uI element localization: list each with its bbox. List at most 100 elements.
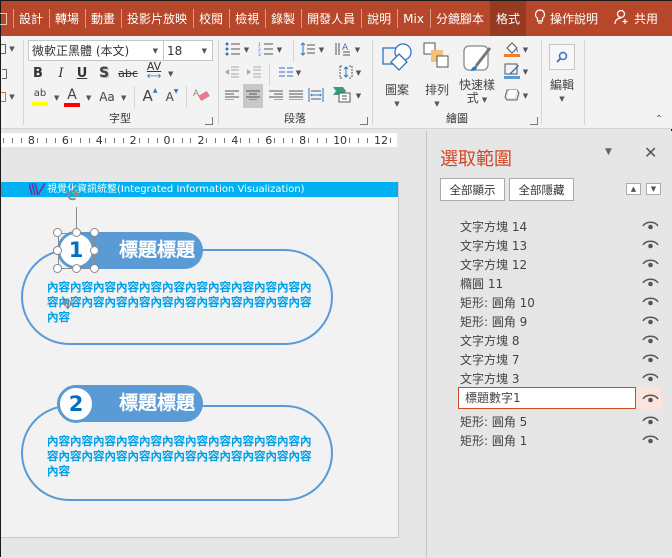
rotate-handle-icon[interactable]: ⟳ <box>67 186 80 205</box>
slide-canvas[interactable]: 視覺化資訊統整(Integrated Information Visualiza… <box>1 182 399 538</box>
paragraph-dialog-launcher[interactable] <box>360 117 368 125</box>
card-1-content[interactable]: 內容內容內容內容內容內容內容內容內容內容內容內容內容內容內容內容內容內容內容內容… <box>47 280 317 325</box>
hide-all-button[interactable]: 全部隱藏 <box>509 178 574 201</box>
align-center-button[interactable] <box>243 84 263 108</box>
selection-list-item[interactable]: 文字方塊 7 <box>427 349 672 368</box>
tab-slideshow[interactable]: 投影片放映 <box>121 1 193 36</box>
shape-outline-button[interactable]: ▼ <box>501 62 531 82</box>
selection-list-item[interactable]: 橢圓 11 <box>427 273 672 292</box>
shadow-button[interactable]: S <box>96 64 112 82</box>
card-2-content[interactable]: 內容內容內容內容內容內容內容內容內容內容內容內容內容內容內容內容內容內容內容內容… <box>47 434 317 479</box>
pane-options-button[interactable]: ▼ <box>605 147 612 157</box>
tab-transitions[interactable]: 轉場 <box>49 1 85 36</box>
selection-list-item[interactable]: 矩形: 圓角 10 <box>427 292 672 311</box>
selection-list-item[interactable]: 文字方塊 8 <box>427 330 672 349</box>
tell-me-button[interactable]: 操作說明 <box>526 1 606 36</box>
line-spacing-button[interactable]: ▼ <box>297 40 327 60</box>
columns-button[interactable]: ▼ <box>275 64 305 82</box>
shape-effects-button[interactable]: ▼ <box>501 86 531 106</box>
tab-developer[interactable]: 開發人員 <box>301 1 361 36</box>
selection-list-item[interactable]: 文字方塊 3 <box>427 368 672 387</box>
tab-animations[interactable]: 動畫 <box>85 1 121 36</box>
underline-button[interactable]: U <box>74 64 90 82</box>
increase-indent-button[interactable] <box>245 64 263 82</box>
editing-button[interactable]: 編輯 ▼ <box>545 39 579 107</box>
bold-button[interactable]: B <box>30 64 46 82</box>
tab-record[interactable]: 錄製 <box>265 1 301 36</box>
eye-icon[interactable] <box>642 333 659 345</box>
bullets-button[interactable]: ▼ <box>223 40 251 60</box>
align-right-button[interactable] <box>267 86 285 106</box>
card-2-number[interactable]: 2 <box>57 385 95 423</box>
eye-icon[interactable] <box>642 295 659 307</box>
rename-input[interactable]: 標題數字1 <box>458 387 636 409</box>
decrease-indent-button[interactable] <box>223 64 241 82</box>
selection-list-item[interactable]: 矩形: 圓角 5 <box>427 411 672 430</box>
highlight-button[interactable]: ab <box>30 86 50 108</box>
align-text-button[interactable]: ▼ <box>335 64 365 82</box>
tab-mix[interactable]: Mix <box>397 1 430 36</box>
font-size-combo[interactable]: 18 ▼ <box>163 40 213 61</box>
resize-handle-sw[interactable] <box>53 264 62 273</box>
partial-button-2[interactable] <box>1 67 7 81</box>
tab-help[interactable]: 說明 <box>361 1 397 36</box>
justify-button[interactable] <box>287 86 305 106</box>
selection-list-item[interactable]: 矩形: 圓角 1 <box>427 430 672 449</box>
strikethrough-button[interactable]: abc <box>117 64 139 82</box>
arrange-button[interactable]: 排列 ▼ <box>419 40 455 110</box>
resize-handle-nw[interactable] <box>53 228 62 237</box>
share-button[interactable]: 共用 <box>606 1 666 36</box>
text-direction-button[interactable]: A ▼ <box>331 40 363 60</box>
quick-styles-button[interactable]: 快速樣 式 ▼ <box>457 40 497 110</box>
drawing-dialog-launcher[interactable] <box>530 117 538 125</box>
eye-icon[interactable] <box>642 414 659 426</box>
numbering-button[interactable]: 1 2 3 ▼ <box>255 40 285 60</box>
selection-list-item[interactable]: 文字方塊 13 <box>427 235 672 254</box>
shrink-font-button[interactable]: A ▼ <box>164 88 180 106</box>
shapes-button[interactable]: 圖案 ▼ <box>377 40 417 110</box>
selection-list-item[interactable]: 文字方塊 12 <box>427 254 672 273</box>
eye-icon[interactable] <box>642 433 659 445</box>
font-color-button[interactable]: A <box>63 86 81 108</box>
font-dialog-launcher[interactable] <box>205 117 213 125</box>
grow-font-button[interactable]: A ▲ <box>141 86 159 106</box>
tab-partial[interactable] <box>0 1 13 36</box>
change-case-button[interactable]: Aa <box>96 88 118 106</box>
collapse-ribbon-button[interactable]: ⌃ <box>652 114 666 125</box>
font-name-combo[interactable]: 微軟正黑體 (本文) ▼ <box>28 40 164 61</box>
eye-icon[interactable] <box>642 238 659 250</box>
eye-icon[interactable] <box>642 276 659 288</box>
resize-handle-n[interactable] <box>72 228 81 237</box>
eye-icon[interactable] <box>642 392 659 404</box>
align-left-button[interactable] <box>223 86 241 106</box>
eye-icon[interactable] <box>642 219 659 231</box>
eye-icon[interactable] <box>642 257 659 269</box>
resize-handle-se[interactable] <box>90 264 99 273</box>
resize-handle-e[interactable] <box>90 246 99 255</box>
tab-view[interactable]: 檢視 <box>229 1 265 36</box>
close-pane-button[interactable]: ✕ <box>644 143 657 162</box>
resize-handle-w[interactable] <box>53 246 62 255</box>
partial-button-3[interactable]: ▼ <box>1 90 15 104</box>
italic-button[interactable]: I <box>53 64 69 82</box>
character-spacing-button[interactable]: AV ⟷ <box>141 61 167 82</box>
smartart-button[interactable]: ▼ <box>329 86 365 106</box>
bring-forward-button[interactable]: ▲ <box>626 183 641 195</box>
shape-fill-button[interactable]: ▼ <box>501 40 531 60</box>
show-all-button[interactable]: 全部顯示 <box>440 178 505 201</box>
tab-review[interactable]: 校閱 <box>193 1 229 36</box>
resize-handle-ne[interactable] <box>90 228 99 237</box>
tab-design[interactable]: 設計 <box>13 1 49 36</box>
selection-list-item[interactable]: 矩形: 圓角 9 <box>427 311 672 330</box>
distributed-button[interactable] <box>307 86 325 106</box>
resize-handle-s[interactable] <box>72 264 81 273</box>
partial-button-1[interactable]: ▼ <box>1 42 15 56</box>
tab-storyboard[interactable]: 分鏡腳本 <box>429 1 490 36</box>
tab-format[interactable]: 格式 <box>489 1 526 36</box>
eye-icon[interactable] <box>642 352 659 364</box>
send-backward-button[interactable]: ▼ <box>646 183 661 195</box>
eye-icon[interactable] <box>642 371 659 383</box>
clear-formatting-button[interactable]: A <box>192 86 212 106</box>
eye-icon[interactable] <box>642 314 659 326</box>
selection-list-item[interactable]: 文字方塊 14 <box>427 216 672 235</box>
